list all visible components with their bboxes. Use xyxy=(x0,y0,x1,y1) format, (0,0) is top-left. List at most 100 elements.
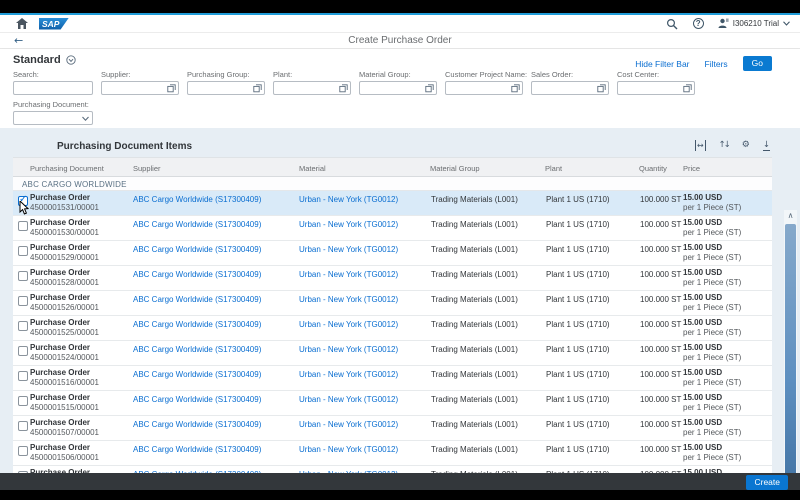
table-row[interactable]: Purchase Order 4500001525/00001 ABC Carg… xyxy=(13,316,772,341)
value-help-icon[interactable] xyxy=(597,84,606,93)
settings-gear-icon[interactable]: ⚙ xyxy=(742,140,750,151)
price-unit: per 1 Piece (ST) xyxy=(683,428,772,438)
row-checkbox[interactable] xyxy=(18,421,28,431)
resize-columns-icon[interactable]: ↔ xyxy=(695,140,706,151)
row-checkbox[interactable] xyxy=(18,371,28,381)
column-header[interactable]: Price xyxy=(680,158,772,176)
document-number: 4500001525/00001 xyxy=(30,328,130,338)
table-row[interactable]: Purchase Order 4500001524/00001 ABC Carg… xyxy=(13,341,772,366)
supplier-link[interactable]: ABC Cargo Worldwide (S17300409) xyxy=(133,345,261,354)
value-help-icon[interactable] xyxy=(167,84,176,93)
material-link[interactable]: Urban - New York (TG0012) xyxy=(299,420,398,429)
filter-field-input[interactable] xyxy=(273,81,351,95)
value-help-icon[interactable] xyxy=(425,84,434,93)
table-row[interactable]: Purchase Order 4500001530/00001 ABC Carg… xyxy=(13,216,772,241)
material-link[interactable]: Urban - New York (TG0012) xyxy=(299,270,398,279)
filter-field-input[interactable] xyxy=(617,81,695,95)
create-button[interactable]: Create xyxy=(746,475,788,490)
table-row[interactable]: Purchase Order 4500001506/00001 ABC Carg… xyxy=(13,441,772,466)
help-button[interactable]: ? xyxy=(692,17,705,30)
table-row[interactable]: Purchase Order 4500001507/00001 ABC Carg… xyxy=(13,416,772,441)
value-help-icon[interactable] xyxy=(511,84,520,93)
supplier-link[interactable]: ABC Cargo Worldwide (S17300409) xyxy=(133,245,261,254)
supplier-link[interactable]: ABC Cargo Worldwide (S17300409) xyxy=(133,195,261,204)
material-link[interactable]: Urban - New York (TG0012) xyxy=(299,370,398,379)
document-number: 4500001529/00001 xyxy=(30,253,130,263)
supplier-link[interactable]: ABC Cargo Worldwide (S17300409) xyxy=(133,295,261,304)
user-menu[interactable]: I306210 Trial xyxy=(718,18,790,29)
material-link[interactable]: Urban - New York (TG0012) xyxy=(299,395,398,404)
filter-field-input[interactable] xyxy=(531,81,609,95)
go-button[interactable]: Go xyxy=(743,56,772,71)
filter-field-input[interactable] xyxy=(101,81,179,95)
table-row[interactable]: Purchase Order ABC Cargo Worldwide (S173… xyxy=(13,466,772,473)
row-checkbox[interactable] xyxy=(18,321,28,331)
row-checkbox[interactable] xyxy=(18,446,28,456)
value-help-icon[interactable] xyxy=(339,84,348,93)
row-checkbox[interactable] xyxy=(18,246,28,256)
sort-icon[interactable]: ↑↓ xyxy=(719,140,729,151)
hide-filter-bar-button[interactable]: Hide Filter Bar xyxy=(635,59,689,69)
filter-field-input[interactable] xyxy=(13,81,93,95)
column-header[interactable]: Plant xyxy=(541,158,633,176)
row-checkbox[interactable] xyxy=(18,396,28,406)
table-row[interactable]: Purchase Order 4500001528/00001 ABC Carg… xyxy=(13,266,772,291)
supplier-link[interactable]: ABC Cargo Worldwide (S17300409) xyxy=(133,420,261,429)
sap-logo[interactable]: SAP xyxy=(39,18,69,30)
table-row[interactable]: Purchase Order 4500001516/00001 ABC Carg… xyxy=(13,366,772,391)
search-button[interactable] xyxy=(666,17,679,30)
cell-material: Urban - New York (TG0012) xyxy=(296,466,426,473)
supplier-link[interactable]: ABC Cargo Worldwide (S17300409) xyxy=(133,320,261,329)
column-header[interactable]: Purchasing Document xyxy=(13,158,130,176)
row-checkbox[interactable]: ✓ xyxy=(18,196,28,206)
download-icon[interactable]: ↓ xyxy=(763,141,770,151)
table-row[interactable]: Purchase Order 4500001529/00001 ABC Carg… xyxy=(13,241,772,266)
cell-material: Urban - New York (TG0012) xyxy=(296,366,426,390)
value-help-icon[interactable] xyxy=(253,84,262,93)
vertical-scrollbar[interactable]: ∧ ∨ xyxy=(784,210,797,473)
cell-price: 15.00 USD per 1 Piece (ST) xyxy=(680,316,772,340)
filters-button[interactable]: Filters xyxy=(705,59,728,69)
material-link[interactable]: Urban - New York (TG0012) xyxy=(299,245,398,254)
purchasing-document-text: Purchase Order 4500001525/00001 xyxy=(30,316,130,338)
row-checkbox[interactable] xyxy=(18,296,28,306)
filter-field-input[interactable] xyxy=(13,111,93,125)
filter-field: Material Group: xyxy=(359,70,437,95)
supplier-link[interactable]: ABC Cargo Worldwide (S17300409) xyxy=(133,445,261,454)
row-checkbox[interactable] xyxy=(18,221,28,231)
material-link[interactable]: Urban - New York (TG0012) xyxy=(299,195,398,204)
scroll-up-icon[interactable]: ∧ xyxy=(784,210,797,222)
scrollbar-thumb[interactable] xyxy=(785,224,796,473)
home-button[interactable] xyxy=(15,18,29,30)
table-row[interactable]: Purchase Order 4500001515/00001 ABC Carg… xyxy=(13,391,772,416)
value-help-icon[interactable] xyxy=(683,84,692,93)
price-amount: 15.00 USD xyxy=(683,193,772,203)
row-checkbox[interactable] xyxy=(18,346,28,356)
column-header[interactable]: Quantity xyxy=(633,158,680,176)
supplier-link[interactable]: ABC Cargo Worldwide (S17300409) xyxy=(133,220,261,229)
supplier-link[interactable]: ABC Cargo Worldwide (S17300409) xyxy=(133,395,261,404)
filter-field-input[interactable] xyxy=(187,81,265,95)
cell-material-group: Trading Materials (L001) xyxy=(426,191,541,215)
material-link[interactable]: Urban - New York (TG0012) xyxy=(299,295,398,304)
cell-material: Urban - New York (TG0012) xyxy=(296,191,426,215)
filter-field-input[interactable] xyxy=(359,81,437,95)
column-header[interactable]: Supplier xyxy=(130,158,296,176)
filter-field-input[interactable] xyxy=(445,81,523,95)
table-row[interactable]: Purchase Order 4500001526/00001 ABC Carg… xyxy=(13,291,772,316)
supplier-link[interactable]: ABC Cargo Worldwide (S17300409) xyxy=(133,370,261,379)
screen: SAP ? I306210 Trial xyxy=(0,0,800,500)
column-header[interactable]: Material xyxy=(296,158,426,176)
variant-selector[interactable]: Standard xyxy=(13,54,76,66)
cell-price: 15.00 USD per 1 Piece (ST) xyxy=(680,216,772,240)
table-row[interactable]: ✓ Purchase Order 4500001531/00001 ABC Ca… xyxy=(13,191,772,216)
cell-quantity: 100.000 ST xyxy=(633,241,680,265)
material-link[interactable]: Urban - New York (TG0012) xyxy=(299,445,398,454)
material-link[interactable]: Urban - New York (TG0012) xyxy=(299,345,398,354)
column-header[interactable]: Material Group xyxy=(426,158,541,176)
material-link[interactable]: Urban - New York (TG0012) xyxy=(299,220,398,229)
row-checkbox[interactable] xyxy=(18,271,28,281)
select-chevron-icon[interactable] xyxy=(81,114,90,123)
supplier-link[interactable]: ABC Cargo Worldwide (S17300409) xyxy=(133,270,261,279)
material-link[interactable]: Urban - New York (TG0012) xyxy=(299,320,398,329)
